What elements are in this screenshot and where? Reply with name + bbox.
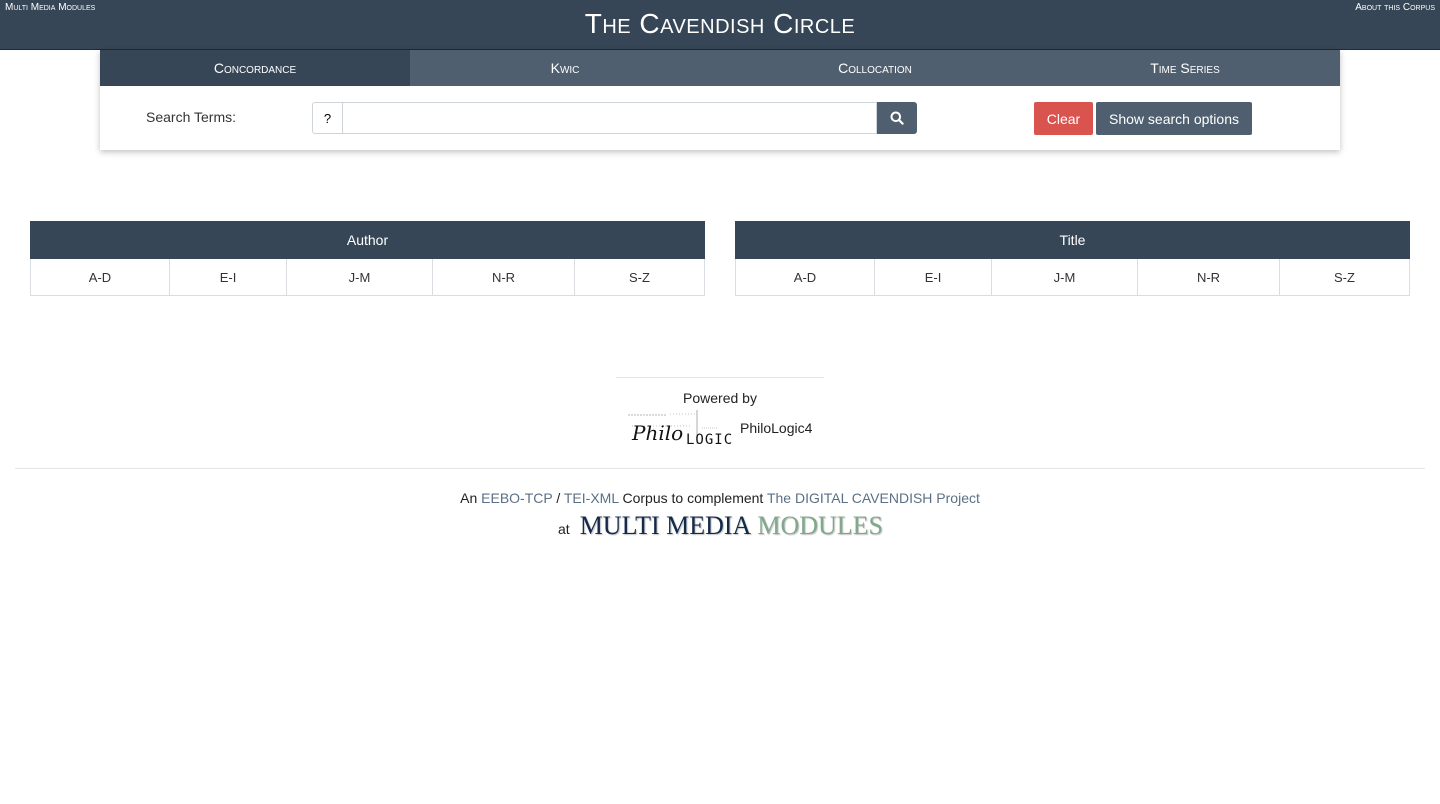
author-browse: Author A-D E-I J-M N-R S-Z [30, 221, 705, 296]
multi-media-modules-brand: at MULTI MEDIA MODULES [558, 511, 883, 543]
footer-separator: / [552, 490, 564, 506]
title-range-s-z[interactable]: S-Z [1280, 259, 1409, 295]
tab-collocation[interactable]: Collocation [720, 50, 1030, 86]
author-range-a-d[interactable]: A-D [31, 259, 170, 295]
powered-by: Powered by Philo LOGIC PhiloLogic4 [616, 377, 824, 448]
footer-at-text: at [558, 521, 570, 537]
site-header: Multi Media Modules The Cavendish Circle… [0, 0, 1440, 50]
title-range-row: A-D E-I J-M N-R S-Z [735, 259, 1410, 296]
search-card: Concordance Kwic Collocation Time Series… [100, 50, 1340, 150]
powered-by-label: Powered by [683, 390, 757, 406]
footer-divider [15, 468, 1425, 469]
author-range-s-z[interactable]: S-Z [575, 259, 704, 295]
mmm-logo-part1[interactable]: MULTI MEDIA [580, 511, 752, 541]
title-range-j-m[interactable]: J-M [992, 259, 1138, 295]
footer-middle-text: Corpus to complement [618, 490, 767, 506]
mmm-logo-part2[interactable]: MODULES [757, 511, 883, 541]
corpus-description: An EEBO-TCP / TEI-XML Corpus to compleme… [0, 490, 1440, 506]
title-range-n-r[interactable]: N-R [1138, 259, 1280, 295]
author-range-e-i[interactable]: E-I [170, 259, 287, 295]
tab-kwic[interactable]: Kwic [410, 50, 720, 86]
author-range-row: A-D E-I J-M N-R S-Z [30, 259, 705, 296]
philologic-logo-graphic: Philo LOGIC [628, 410, 733, 448]
search-icon [890, 111, 904, 125]
tei-xml-link[interactable]: TEI-XML [564, 490, 619, 506]
tab-time-series[interactable]: Time Series [1030, 50, 1340, 86]
svg-text:LOGIC: LOGIC [686, 432, 733, 446]
philologic-logo[interactable]: Philo LOGIC [626, 406, 738, 448]
clear-button[interactable]: Clear [1034, 102, 1093, 135]
title-range-e-i[interactable]: E-I [875, 259, 992, 295]
eebo-tcp-link[interactable]: EEBO-TCP [481, 490, 552, 506]
philologic-product-name: PhiloLogic4 [740, 420, 813, 436]
search-input[interactable] [343, 102, 877, 134]
search-button[interactable] [877, 102, 917, 134]
search-terms-label: Search Terms: [146, 109, 236, 125]
show-search-options-button[interactable]: Show search options [1096, 102, 1252, 135]
digital-cavendish-link[interactable]: The DIGITAL CAVENDISH Project [767, 490, 980, 506]
tab-concordance[interactable]: Concordance [100, 50, 410, 86]
author-range-j-m[interactable]: J-M [287, 259, 433, 295]
title-range-a-d[interactable]: A-D [736, 259, 875, 295]
author-range-n-r[interactable]: N-R [433, 259, 575, 295]
svg-text:Philo: Philo [631, 421, 683, 445]
title-browse: Title A-D E-I J-M N-R S-Z [735, 221, 1410, 296]
footer-prefix-text: An [460, 490, 482, 506]
report-tabs: Concordance Kwic Collocation Time Series [100, 50, 1340, 86]
search-help-button[interactable]: ? [312, 102, 343, 134]
author-browse-header: Author [30, 221, 705, 259]
title-browse-header: Title [735, 221, 1410, 259]
search-row: Search Terms: ? Clear Show search option… [100, 86, 1340, 150]
page-title: The Cavendish Circle [584, 8, 856, 39]
about-corpus-link[interactable]: About this Corpus [1355, 2, 1435, 13]
